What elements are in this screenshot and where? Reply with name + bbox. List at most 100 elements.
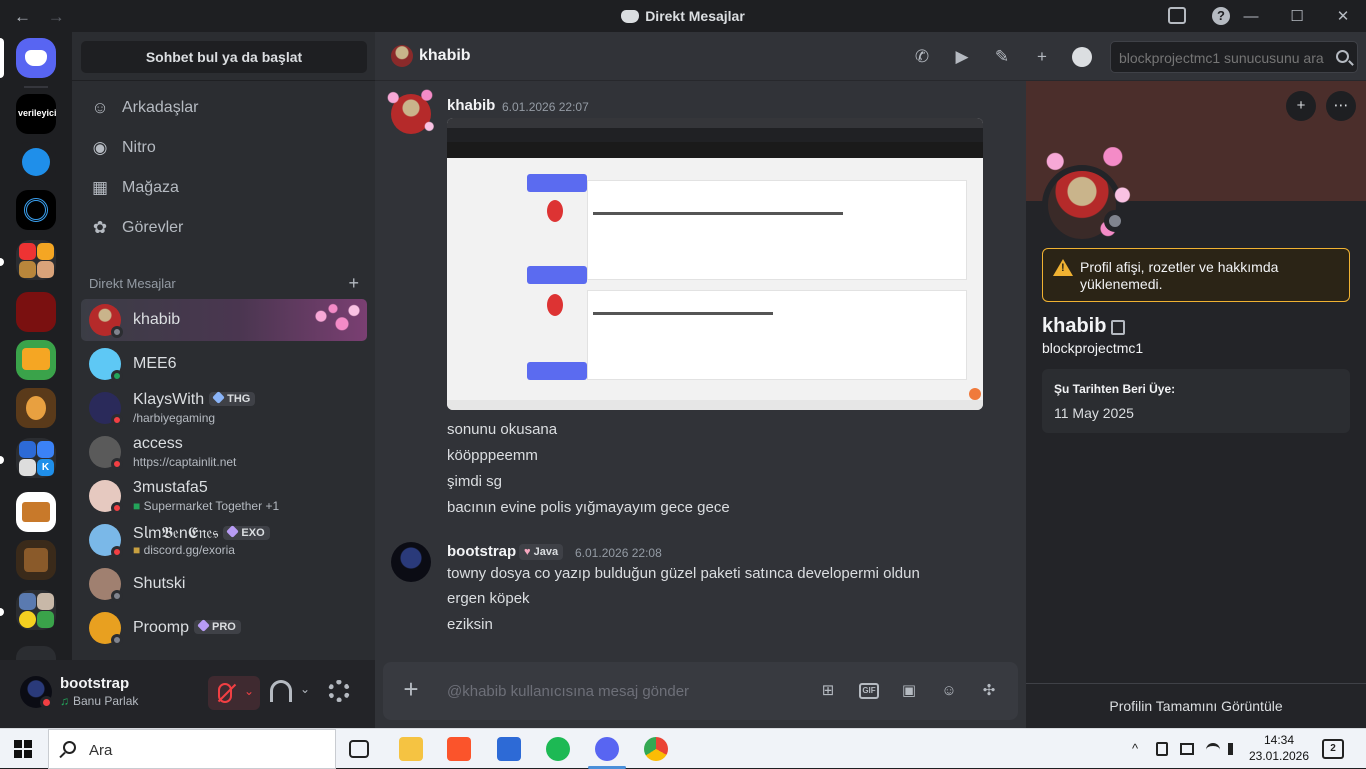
more-options-icon[interactable]: ⋯: [1326, 91, 1356, 121]
upload-plus-icon[interactable]: +: [399, 676, 423, 702]
chevron-down-icon[interactable]: ⌄: [244, 684, 254, 698]
find-conversation-button[interactable]: Sohbet bul ya da başlat: [81, 41, 367, 73]
task-view-icon[interactable]: [349, 740, 369, 758]
gift-icon[interactable]: ⊞: [818, 681, 838, 701]
user-profile-toggle-icon[interactable]: [1072, 47, 1092, 67]
edge-logo-icon: [22, 148, 50, 176]
discord-icon[interactable]: [595, 737, 619, 761]
rn-logo-icon: [22, 348, 50, 370]
search-input[interactable]: [1119, 48, 1324, 68]
voice-call-icon[interactable]: ✆: [912, 47, 932, 67]
note-icon[interactable]: [1111, 320, 1125, 335]
server-dark[interactable]: [16, 540, 56, 580]
server-rn[interactable]: [16, 340, 56, 380]
message-author[interactable]: khabib: [447, 97, 495, 114]
server-king[interactable]: [16, 388, 56, 428]
dm-item-shutski[interactable]: Shutski: [81, 563, 367, 605]
brave-icon[interactable]: [447, 737, 471, 761]
quests-icon: ✿: [92, 218, 108, 237]
mute-microphone-button[interactable]: ⌄: [208, 676, 260, 710]
volume-icon[interactable]: [1228, 743, 1240, 755]
start-button[interactable]: [14, 740, 32, 758]
nav-quests-label: Görevler: [122, 219, 184, 236]
nav-nitro-label: Nitro: [122, 139, 156, 156]
server-folder-2[interactable]: K: [16, 438, 56, 478]
server-folder-1[interactable]: [16, 240, 56, 280]
message-input[interactable]: [447, 681, 807, 701]
dm-name: khabib: [133, 311, 181, 328]
channel-name[interactable]: khabib: [419, 47, 471, 65]
tray-overflow-icon[interactable]: ^: [1132, 741, 1138, 756]
notifications-icon[interactable]: 2: [1322, 739, 1344, 759]
add-friend-icon[interactable]: +: [1286, 91, 1316, 121]
server-crafttown[interactable]: [16, 492, 56, 532]
nav-quests[interactable]: ✿ Görevler: [81, 208, 367, 248]
emoji-icon[interactable]: ☺: [939, 681, 959, 701]
king-avatar-icon: [26, 396, 46, 420]
taskbar-search-input[interactable]: [89, 740, 319, 760]
dm-item-proomp[interactable]: Proomp PRO: [81, 607, 367, 649]
server-partial[interactable]: [16, 646, 56, 660]
pinned-messages-icon[interactable]: ✎: [992, 47, 1012, 67]
dm-item-3mustafa5[interactable]: 3mustafa5 ■ Supermarket Together +1: [81, 475, 367, 517]
gif-icon[interactable]: GIF: [859, 683, 879, 699]
device-icon[interactable]: [1156, 742, 1168, 756]
server-folder-3[interactable]: [16, 590, 56, 630]
message-text: kööpppeemm: [447, 447, 538, 464]
headphones-icon[interactable]: [270, 680, 292, 702]
windows-taskbar: ^ 14:34 23.01.2026 2: [0, 728, 1366, 769]
nav-friends[interactable]: ☺ Arkadaşlar: [81, 88, 367, 128]
direct-messages-home-button[interactable]: [16, 38, 56, 78]
message-text: sonunu okusana: [447, 421, 558, 438]
inbox-icon[interactable]: [1168, 7, 1186, 24]
sticker-icon[interactable]: ▣: [899, 681, 919, 701]
rail-separator: [24, 86, 48, 88]
spotify-icon[interactable]: [546, 737, 570, 761]
search-box[interactable]: [1110, 41, 1358, 73]
server-demon[interactable]: [16, 292, 56, 332]
status-indicator: [40, 696, 53, 709]
dm-item-klayswith[interactable]: KlaysWith THG /harbiyegaming: [81, 387, 367, 429]
nav-nitro[interactable]: ◉ Nitro: [81, 128, 367, 168]
image-attachment[interactable]: [447, 118, 983, 410]
view-full-profile-button[interactable]: Profilin Tamamını Görüntüle: [1026, 683, 1366, 728]
screenshot-logo: [547, 200, 563, 222]
heart-icon: ♥: [524, 546, 534, 558]
nav-shop[interactable]: ▦ Mağaza: [81, 168, 367, 208]
user-panel: bootstrap ♫ Banu Parlak ⌄ ⌄: [0, 660, 375, 728]
dm-item-simbenenes[interactable]: S𝗅m𝕭𝔢n𝕰𝔫𝔢𝔰 EXO ■ discord.gg/exoria: [81, 519, 367, 561]
screenshot-chat-bubble: [969, 388, 981, 400]
screenshot-button: [527, 362, 587, 380]
add-friends-to-dm-icon[interactable]: +: [1032, 47, 1052, 67]
maximize-button[interactable]: ☐: [1274, 7, 1320, 25]
wifi-icon[interactable]: [1206, 743, 1220, 757]
chevron-down-icon[interactable]: ⌄: [300, 682, 310, 696]
status-indicator: [111, 414, 123, 426]
user-name[interactable]: bootstrap: [60, 675, 129, 692]
message-author[interactable]: bootstrap: [447, 543, 516, 560]
create-dm-icon[interactable]: +: [348, 273, 359, 294]
server-verileyici[interactable]: verileyici: [16, 94, 56, 134]
system-clock[interactable]: 14:34 23.01.2026: [1248, 732, 1310, 764]
video-call-icon[interactable]: ▶: [952, 47, 972, 67]
dm-name: S𝗅m𝕭𝔢n𝕰𝔫𝔢𝔰 EXO: [133, 523, 270, 543]
screenshot-button: [527, 174, 587, 192]
server-edge[interactable]: [16, 142, 56, 182]
chrome-icon[interactable]: [644, 737, 668, 761]
dm-item-access[interactable]: access https://captainlit.net: [81, 431, 367, 473]
dm-item-mee6[interactable]: MEE6: [81, 343, 367, 385]
minimize-button[interactable]: —: [1228, 8, 1274, 25]
apps-icon[interactable]: ✣: [979, 681, 999, 701]
fingerprint-icon: [24, 198, 48, 222]
settings-gear-icon[interactable]: [328, 680, 350, 702]
network-adapter-icon[interactable]: [1180, 743, 1194, 755]
remote-desktop-icon[interactable]: [497, 737, 521, 761]
server-fingerprint[interactable]: [16, 190, 56, 230]
close-button[interactable]: ✕: [1320, 7, 1366, 25]
dm-item-khabib[interactable]: khabib: [81, 299, 367, 341]
taskbar-search[interactable]: [48, 729, 336, 769]
file-explorer-icon[interactable]: [399, 737, 423, 761]
avatar[interactable]: [391, 542, 431, 582]
guild-tag[interactable]: ♥ Java: [519, 544, 564, 560]
title-bar: ← → Direkt Mesajlar ? — ☐ ✕: [0, 0, 1366, 32]
